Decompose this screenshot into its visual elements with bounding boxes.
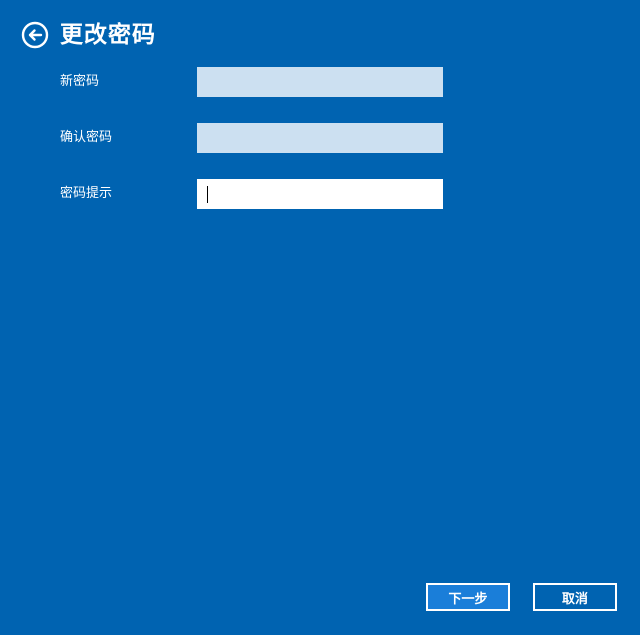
confirm-password-row: 确认密码 — [0, 123, 640, 155]
text-caret — [207, 186, 208, 203]
back-arrow-icon — [21, 21, 49, 49]
confirm-password-label: 确认密码 — [60, 130, 113, 145]
back-button[interactable] — [20, 20, 50, 50]
confirm-password-input[interactable] — [197, 123, 443, 153]
password-hint-row: 密码提示 — [0, 179, 640, 211]
cancel-button[interactable]: 取消 — [533, 583, 617, 611]
next-button[interactable]: 下一步 — [426, 583, 510, 611]
password-hint-input[interactable] — [197, 179, 443, 209]
new-password-input[interactable] — [197, 67, 443, 97]
new-password-row: 新密码 — [0, 67, 640, 99]
new-password-label: 新密码 — [60, 74, 100, 89]
password-hint-label: 密码提示 — [60, 186, 113, 201]
page-header: 更改密码 — [20, 18, 156, 52]
page-title: 更改密码 — [60, 22, 156, 48]
